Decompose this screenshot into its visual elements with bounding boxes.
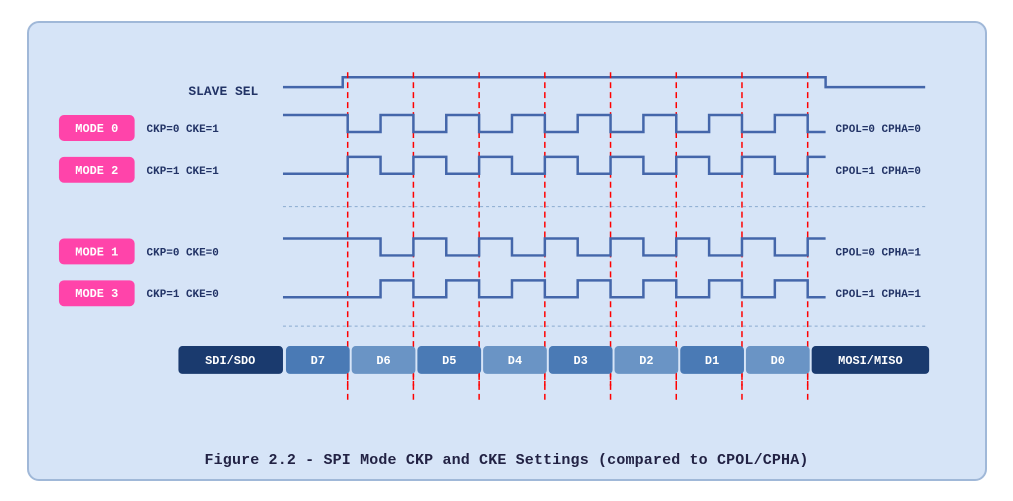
mode1-wave (282, 238, 825, 255)
mode2-wave (282, 156, 825, 173)
d1-label: D1 (704, 353, 718, 367)
mode3-param: CKP=1 CKE=0 (146, 289, 218, 301)
mode3-right: CPOL=1 CPHA=1 (835, 289, 921, 301)
mosi-miso-label: MOSI/MISO (838, 353, 902, 367)
sdi-sdo-label: SDI/SDO (205, 353, 255, 367)
d3-label: D3 (573, 353, 587, 367)
mode3-label: MODE 3 (75, 287, 118, 301)
mode3-wave (282, 280, 825, 297)
mode1-param: CKP=0 CKE=0 (146, 247, 218, 259)
mode0-wave (282, 115, 825, 132)
diagram-svg: SLAVE SEL MODE 0 CKP=0 CKE=1 CPOL=0 CP (49, 41, 965, 442)
slave-sel-waveform (282, 77, 924, 87)
diagram-area: SLAVE SEL MODE 0 CKP=0 CKE=1 CPOL=0 CP (49, 41, 965, 442)
mode1-label: MODE 1 (75, 245, 118, 259)
mode2-param: CKP=1 CKE=1 (146, 165, 219, 177)
mode0-param: CKP=0 CKE=1 (146, 123, 219, 135)
figure-caption: Figure 2.2 - SPI Mode CKP and CKE Settin… (205, 452, 809, 469)
mode0-label: MODE 0 (75, 121, 118, 135)
mode0-right: CPOL=0 CPHA=0 (835, 123, 920, 135)
slave-sel-label: SLAVE SEL (188, 84, 258, 99)
d7-label: D7 (310, 353, 324, 367)
mode2-label: MODE 2 (75, 163, 118, 177)
main-container: SLAVE SEL MODE 0 CKP=0 CKE=1 CPOL=0 CP (27, 21, 987, 481)
d6-label: D6 (376, 353, 390, 367)
d5-label: D5 (442, 353, 456, 367)
d4-label: D4 (507, 353, 521, 367)
mode1-right: CPOL=0 CPHA=1 (835, 247, 921, 259)
d2-label: D2 (639, 353, 653, 367)
d0-label: D0 (770, 353, 784, 367)
mode2-right: CPOL=1 CPHA=0 (835, 165, 920, 177)
